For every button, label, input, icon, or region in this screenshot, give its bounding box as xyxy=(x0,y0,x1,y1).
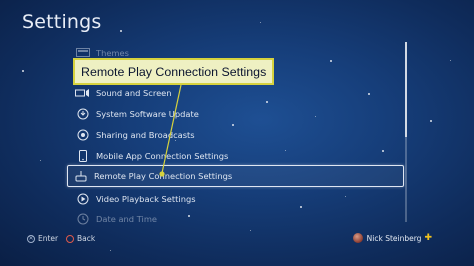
page-title: Settings xyxy=(22,11,102,33)
sharing-icon xyxy=(74,129,92,141)
video-playback-icon xyxy=(74,193,92,205)
system-update-icon xyxy=(74,108,92,120)
cross-button-icon: ✕ xyxy=(27,234,35,243)
menu-item-label: Video Playback Settings xyxy=(96,193,196,204)
menu-item-date-and-time[interactable]: Date and Time xyxy=(70,209,404,228)
themes-icon xyxy=(74,47,92,59)
remote-play-icon xyxy=(72,170,90,182)
sound-screen-icon xyxy=(74,87,92,99)
date-time-icon xyxy=(74,213,92,225)
menu-item-mobile-app-connection-settings[interactable]: Mobile App Connection Settings xyxy=(70,146,404,165)
menu-item-label: Mobile App Connection Settings xyxy=(96,150,229,161)
back-label: Back xyxy=(77,234,96,243)
username: Nick Steinberg xyxy=(366,233,422,243)
avatar xyxy=(352,233,363,243)
menu-item-label: Remote Play Connection Settings xyxy=(94,171,233,181)
back-hint: Back xyxy=(66,234,95,243)
menu-item-label: System Software Update xyxy=(96,108,199,119)
playstation-plus-icon: ✚ xyxy=(424,233,432,243)
menu-item-system-software-update[interactable]: System Software Update xyxy=(70,104,404,123)
menu-item-remote-play-connection-settings[interactable]: Remote Play Connection Settings xyxy=(67,165,404,187)
menu-item-sharing-and-broadcasts[interactable]: Sharing and Broadcasts xyxy=(70,125,404,144)
circle-button-icon xyxy=(66,234,74,243)
menu-item-label: Date and Time xyxy=(96,213,158,224)
enter-hint: ✕ Enter xyxy=(27,234,58,243)
menu-item-label: Themes xyxy=(96,47,129,58)
scrollbar-thumb[interactable] xyxy=(405,42,407,137)
menu-item-video-playback-settings[interactable]: Video Playback Settings xyxy=(70,189,404,208)
mobile-app-icon xyxy=(74,149,92,162)
user-profile: Nick Steinberg ✚ xyxy=(352,233,432,243)
annotation-callout: Remote Play Connection Settings xyxy=(73,58,274,85)
callout-text: Remote Play Connection Settings xyxy=(81,64,267,79)
menu-item-label: Sharing and Broadcasts xyxy=(96,129,195,140)
menu-item-label: Sound and Screen xyxy=(96,87,172,98)
menu-item-sound-and-screen[interactable]: Sound and Screen xyxy=(70,83,404,102)
enter-label: Enter xyxy=(38,234,59,243)
